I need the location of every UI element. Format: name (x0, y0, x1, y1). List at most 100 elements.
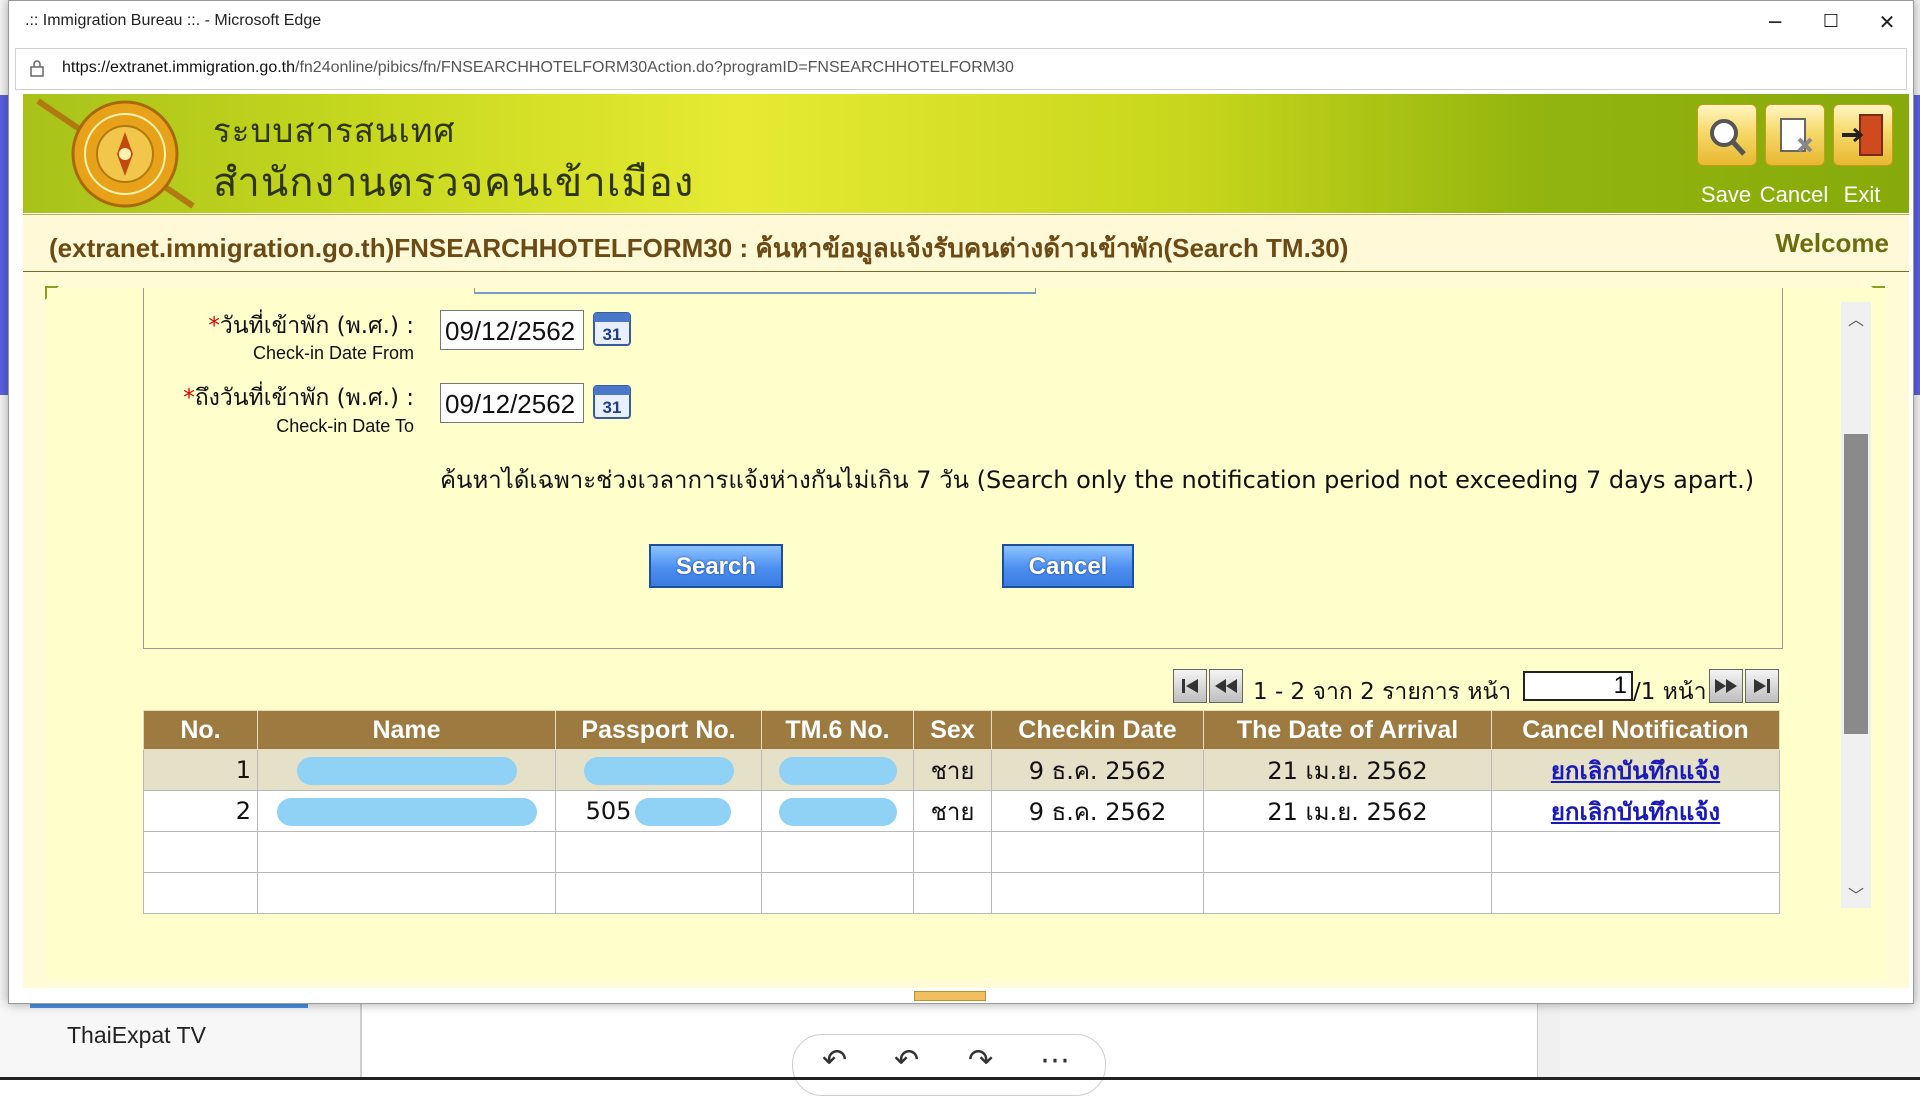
passport-prefix: 505 (585, 796, 632, 825)
cancel-notification-link[interactable]: ยกเลิกบันทึกแจ้ง (1551, 798, 1720, 826)
empty-cell (761, 831, 914, 873)
checkin-date-cell: 9 ธ.ค. 2562 (991, 790, 1204, 832)
checkin-from-label-th: *วันที่เข้าพัก (พ.ศ.) : (144, 308, 414, 344)
sex-cell: ชาย (913, 790, 992, 832)
cancel-notification-cell: ยกเลิกบันทึกแจ้ง (1491, 749, 1780, 791)
browser-popup-window: .:: Immigration Bureau ::. - Microsoft E… (8, 0, 1914, 1004)
checkin-from-input[interactable]: 09/12/2562 (440, 310, 584, 350)
arrival-date-cell: 21 เม.ย. 2562 (1203, 749, 1492, 791)
last-page-icon (1754, 679, 1770, 693)
next-page-button[interactable] (1709, 669, 1743, 703)
forward-icon[interactable]: ↷ (968, 1043, 993, 1078)
vertical-scrollbar[interactable]: ︿ ﹀ (1841, 302, 1871, 908)
empty-cell (1203, 831, 1492, 873)
column-header-tm6: TM.6 No. (761, 710, 914, 750)
scrollbar-thumb[interactable] (1844, 434, 1868, 734)
page-number-input[interactable]: 1 (1523, 671, 1633, 701)
row-number: 2 (143, 790, 258, 832)
column-header-name: Name (257, 710, 556, 750)
magnifier-icon (1710, 119, 1746, 156)
last-page-button[interactable] (1745, 669, 1779, 703)
content-area: *วันที่เข้าพัก (พ.ศ.) : Check-in Date Fr… (23, 272, 1909, 988)
address-bar[interactable]: https://extranet.immigration.go.th/fn24o… (15, 48, 1907, 90)
table-row-empty (143, 831, 1780, 873)
redacted-tm6 (778, 797, 897, 826)
reply-all-icon[interactable]: ↶ (894, 1043, 919, 1078)
immigration-bureau-logo (36, 98, 195, 209)
first-page-icon (1182, 679, 1198, 693)
table-row[interactable]: 1 ชาย 9 ธ.ค. 2562 21 เม.ย. 2562 ยกเลิกบั… (143, 749, 1780, 791)
column-header-checkin: Checkin Date (991, 710, 1204, 750)
redacted-name (296, 756, 517, 785)
column-header-no: No. (143, 710, 258, 750)
window-title: .:: Immigration Bureau ::. - Microsoft E… (25, 12, 322, 29)
search-button[interactable]: Search (649, 544, 783, 588)
empty-cell (1491, 872, 1780, 914)
passport-cell: 505 (555, 790, 762, 832)
lock-icon (30, 60, 44, 77)
header-title-line2: สำนักงานตรวจคนเข้าเมือง (213, 160, 695, 206)
url-host: https://extranet.immigration.go.th (62, 59, 295, 76)
page-title-bar: (extranet.immigration.go.th)FNSEARCHHOTE… (23, 214, 1909, 273)
exit-door-icon (1842, 114, 1883, 156)
more-icon[interactable]: ⋯ (1040, 1043, 1070, 1078)
column-header-cancel: Cancel Notification (1491, 710, 1780, 750)
calendar-day-text: 31 (603, 398, 622, 417)
empty-cell (555, 872, 762, 914)
empty-cell (257, 831, 556, 873)
document-cancel-icon (1780, 118, 1813, 153)
url-text: https://extranet.immigration.go.th/fn24o… (62, 59, 1014, 77)
cancel-button[interactable]: Cancel (1002, 544, 1134, 588)
sex-cell: ชาย (913, 749, 992, 791)
empty-cell (1491, 831, 1780, 873)
empty-cell (257, 872, 556, 914)
minimize-button[interactable]: ─ (1747, 1, 1803, 43)
redacted-name (276, 797, 537, 826)
checkin-date-cell: 9 ธ.ค. 2562 (991, 749, 1204, 791)
empty-cell (913, 872, 992, 914)
cancel-notification-link[interactable]: ยกเลิกบันทึกแจ้ง (1551, 757, 1720, 785)
resize-handle[interactable] (914, 991, 986, 1001)
maximize-button[interactable]: ☐ (1803, 1, 1859, 43)
empty-cell (143, 831, 258, 873)
previous-page-button[interactable] (1209, 669, 1243, 703)
empty-cell (143, 872, 258, 914)
required-mark: * (183, 385, 195, 411)
background-scrollbar[interactable] (1537, 1000, 1560, 1080)
checkin-to-label-th: *ถึงวันที่เข้าพัก (พ.ศ.) : (144, 380, 414, 416)
checkin-to-input[interactable]: 09/12/2562 (440, 383, 584, 423)
calendar-icon[interactable]: 31 (590, 381, 634, 421)
checkin-to-label-en: Check-in Date To (276, 416, 414, 436)
first-page-button[interactable] (1173, 669, 1207, 703)
column-header-arrival: The Date of Arrival (1203, 710, 1492, 750)
save-button[interactable] (1697, 104, 1757, 166)
scroll-up-icon[interactable]: ︿ (1841, 306, 1871, 330)
search-period-note: ค้นหาได้เฉพาะช่วงเวลาการแจ้งห่างกันไม่เก… (440, 466, 1755, 494)
table-row[interactable]: 2 505 ชาย 9 ธ.ค. 2562 21 เม.ย. 2562 ยกเล… (143, 790, 1780, 832)
reply-icon[interactable]: ↶ (822, 1043, 847, 1078)
redacted-passport (635, 797, 732, 826)
rewind-icon (1215, 679, 1237, 693)
exit-label[interactable]: Exit (1822, 182, 1902, 208)
welcome-text: Welcome (1775, 228, 1889, 258)
cancel-button-toolbar[interactable] (1765, 104, 1825, 166)
column-header-passport: Passport No. (555, 710, 762, 750)
tm6-cell (761, 749, 914, 791)
results-table: No. Name Passport No. TM.6 No. Sex Check… (143, 710, 1780, 914)
cancel-notification-cell: ยกเลิกบันทึกแจ้ง (1491, 790, 1780, 832)
close-window-button[interactable]: ✕ (1859, 1, 1915, 43)
checkin-from-label-text: วันที่เข้าพัก (พ.ศ.) : (219, 313, 414, 339)
calendar-icon[interactable]: 31 (590, 308, 634, 348)
scroll-down-icon[interactable]: ﹀ (1841, 882, 1871, 906)
exit-button[interactable] (1833, 104, 1893, 166)
background-tab-label[interactable]: ThaiExpat TV (67, 1022, 206, 1049)
scroll-frame: *วันที่เข้าพัก (พ.ศ.) : Check-in Date Fr… (47, 288, 1887, 980)
passport-cell (555, 749, 762, 791)
name-cell (257, 749, 556, 791)
window-title-bar[interactable]: .:: Immigration Bureau ::. - Microsoft E… (9, 1, 1913, 43)
empty-cell (761, 872, 914, 914)
page-title: (extranet.immigration.go.th)FNSEARCHHOTE… (49, 233, 1349, 263)
row-number: 1 (143, 749, 258, 791)
calendar-day-text: 31 (603, 325, 622, 344)
required-mark: * (208, 313, 220, 339)
